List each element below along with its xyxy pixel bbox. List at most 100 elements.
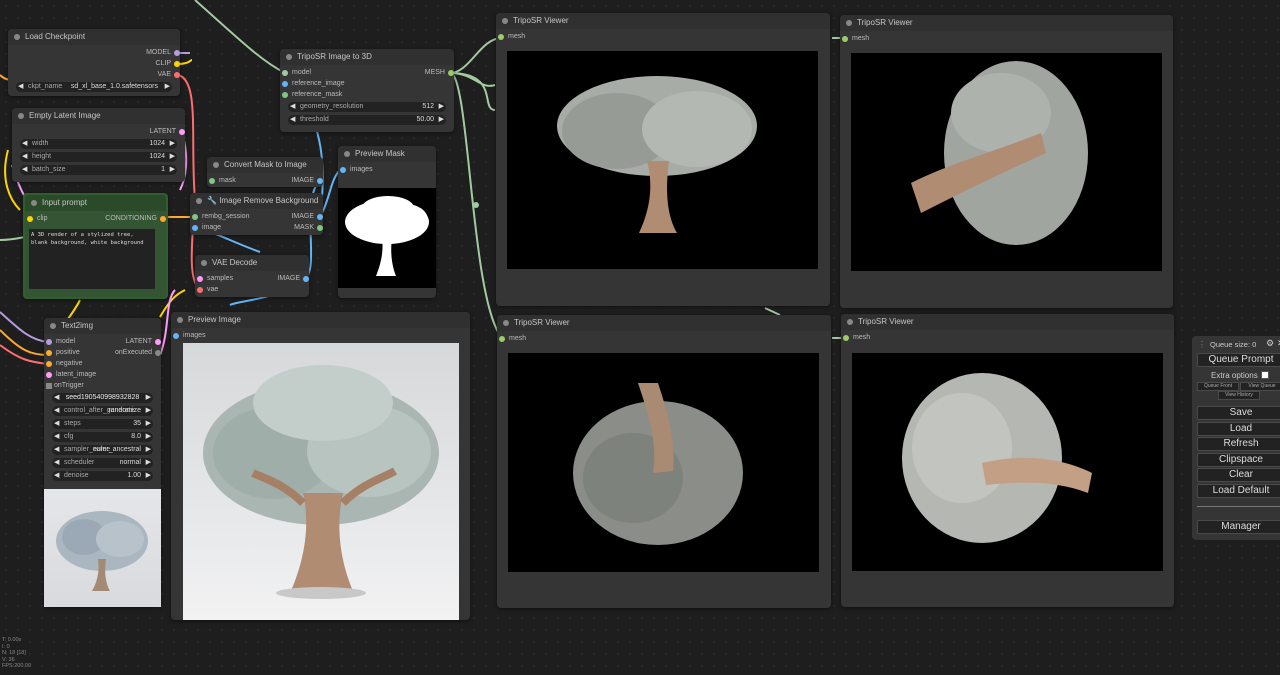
node-image-remove-background[interactable]: 🔧 Image Remove Background rembg_session … [190, 193, 323, 235]
prompt-textarea[interactable]: A 3D render of a stylized tree, blank ba… [29, 229, 155, 289]
input-mesh[interactable]: mesh [843, 333, 870, 343]
steps-widget[interactable]: ◀ steps 35 ▶ [52, 419, 153, 429]
node-title: TripoSR Viewer [497, 315, 831, 331]
output-vae[interactable]: VAE [158, 70, 180, 80]
cfg-widget[interactable]: ◀ cfg 8.0 ▶ [52, 432, 153, 442]
node-title: TripoSR Image to 3D [280, 49, 454, 65]
denoise-widget[interactable]: ◀ denoise 1.00 ▶ [52, 471, 153, 481]
width-widget[interactable]: ◀ width 1024 ▶ [20, 139, 177, 149]
input-reference-mask[interactable]: reference_mask [282, 90, 342, 100]
node-triposr-image-to-3d[interactable]: TripoSR Image to 3D model reference_imag… [280, 49, 454, 132]
threshold-widget[interactable]: ◀ threshold 50.00 ▶ [288, 115, 446, 125]
input-positive[interactable]: positive [46, 348, 80, 358]
wrench-icon: 🔧 [207, 196, 220, 205]
node-title: Preview Mask [338, 146, 436, 162]
output-latent[interactable]: LATENT [126, 337, 161, 347]
scheduler-widget[interactable]: ◀ scheduler normal ▶ [52, 458, 153, 468]
clipspace-button[interactable]: Clipspace [1197, 453, 1280, 467]
drag-handle-icon[interactable]: ⋮ [1198, 340, 1206, 349]
link-viewer-gap [764, 307, 781, 316]
node-title: TripoSR Viewer [841, 314, 1174, 330]
queue-size: Queue size: 0 [1210, 340, 1257, 349]
node-title: 🔧 Image Remove Background [190, 193, 323, 209]
clear-button[interactable]: Clear [1197, 468, 1280, 482]
batch-size-widget[interactable]: ◀ batch_size 1 ▶ [20, 165, 177, 175]
mesh-viewport[interactable] [852, 353, 1163, 571]
output-image[interactable]: IMAGE [291, 176, 323, 186]
seed-widget[interactable]: ◀ seed190540998932828 ▶ [52, 393, 153, 403]
view-queue-button[interactable]: View Queue [1240, 382, 1280, 391]
extra-options-checkbox[interactable] [1261, 371, 1269, 379]
arrow-left-icon[interactable]: ◀ [18, 82, 23, 92]
output-model[interactable]: MODEL [146, 48, 180, 58]
input-negative[interactable]: negative [46, 359, 82, 369]
output-on-executed[interactable]: onExecuted [115, 348, 161, 358]
input-reference-image[interactable]: reference_image [282, 79, 345, 89]
output-clip[interactable]: CLIP [155, 59, 180, 69]
node-vae-decode[interactable]: VAE Decode samples vae IMAGE [195, 255, 309, 297]
trigger-slot[interactable]: onTrigger [46, 381, 84, 391]
save-button[interactable]: Save [1197, 406, 1280, 420]
load-default-button[interactable]: Load Default [1197, 484, 1280, 498]
input-images[interactable]: images [340, 165, 373, 175]
mesh-viewport[interactable] [507, 51, 818, 269]
input-mask[interactable]: mask [209, 176, 236, 186]
node-input-prompt[interactable]: Input prompt clip CONDITIONING A 3D rend… [23, 193, 168, 299]
settings-gear-icon[interactable]: ⚙ [1266, 338, 1274, 349]
link-left-1 [0, 236, 26, 241]
panel-divider [1197, 506, 1280, 507]
mesh-viewport[interactable] [508, 353, 819, 572]
height-widget[interactable]: ◀ height 1024 ▶ [20, 152, 177, 162]
output-conditioning[interactable]: CONDITIONING [105, 214, 166, 224]
generated-image-thumbnail [44, 489, 161, 607]
refresh-button[interactable]: Refresh [1197, 437, 1280, 451]
node-triposr-viewer-1[interactable]: TripoSR Viewer mesh [496, 13, 830, 306]
ckpt-name-combo[interactable]: ◀ ckpt_name sd_xl_base_1.0.safetensors ▶ [16, 82, 172, 92]
input-model[interactable]: model [46, 337, 75, 347]
control-after-generate-widget[interactable]: ◀ control_after_generate randomize ▶ [52, 406, 153, 416]
input-rembg-session[interactable]: rembg_session [192, 212, 249, 222]
mesh-viewport[interactable] [851, 53, 1162, 271]
tree-mesh-icon [557, 76, 757, 233]
link-mesh-1 [449, 37, 503, 74]
node-title: Preview Image [171, 312, 470, 328]
manager-button[interactable]: Manager [1197, 520, 1280, 534]
node-load-checkpoint[interactable]: Load Checkpoint MODEL CLIP VAE ◀ ckpt_na… [8, 29, 180, 96]
input-samples[interactable]: samples [197, 274, 233, 284]
sampler-name-widget[interactable]: ◀ sampler_name euler_ancestral ▶ [52, 445, 153, 455]
input-mesh[interactable]: mesh [498, 32, 525, 42]
input-mesh[interactable]: mesh [499, 334, 526, 344]
node-triposr-viewer-2[interactable]: TripoSR Viewer mesh [840, 15, 1173, 308]
output-mask[interactable]: MASK [294, 223, 323, 233]
view-history-button[interactable]: View History [1218, 391, 1260, 400]
input-vae[interactable]: vae [197, 285, 218, 295]
geometry-resolution-widget[interactable]: ◀ geometry_resolution 512 ▶ [288, 102, 446, 112]
input-image[interactable]: image [192, 223, 221, 233]
output-latent[interactable]: LATENT [150, 127, 185, 137]
node-empty-latent-image[interactable]: Empty Latent Image LATENT ◀ width 1024 ▶ ◀ h… [12, 108, 185, 182]
node-convert-mask-to-image[interactable]: Convert Mask to Image mask IMAGE [207, 157, 323, 187]
generated-image-preview [183, 343, 459, 620]
queue-prompt-button[interactable]: Queue Prompt [1197, 353, 1280, 367]
arrow-right-icon[interactable]: ▶ [165, 82, 170, 92]
node-preview-mask[interactable]: Preview Mask images [338, 146, 436, 298]
input-latent-image[interactable]: latent_image [46, 370, 96, 380]
load-button[interactable]: Load [1197, 422, 1280, 436]
output-image[interactable]: IMAGE [291, 212, 323, 222]
output-mesh[interactable]: MESH [425, 68, 454, 78]
node-preview-image[interactable]: Preview Image images [171, 312, 470, 620]
input-model[interactable]: model [282, 68, 311, 78]
node-triposr-viewer-4[interactable]: TripoSR Viewer mesh [841, 314, 1174, 607]
tree-mesh-icon [911, 61, 1088, 245]
tree-mesh-icon [573, 383, 743, 545]
node-title: Text2img [44, 318, 161, 334]
tree-thumbnail-icon [56, 511, 148, 591]
queue-front-button[interactable]: Queue Front [1197, 382, 1239, 391]
input-clip[interactable]: clip [27, 214, 48, 224]
input-images[interactable]: images [173, 331, 206, 341]
output-image[interactable]: IMAGE [277, 274, 309, 284]
node-triposr-viewer-3[interactable]: TripoSR Viewer mesh [497, 315, 831, 608]
node-title: TripoSR Viewer [496, 13, 830, 29]
node-text2img[interactable]: Text2img model positive negative latent_… [44, 318, 161, 607]
input-mesh[interactable]: mesh [842, 34, 869, 44]
